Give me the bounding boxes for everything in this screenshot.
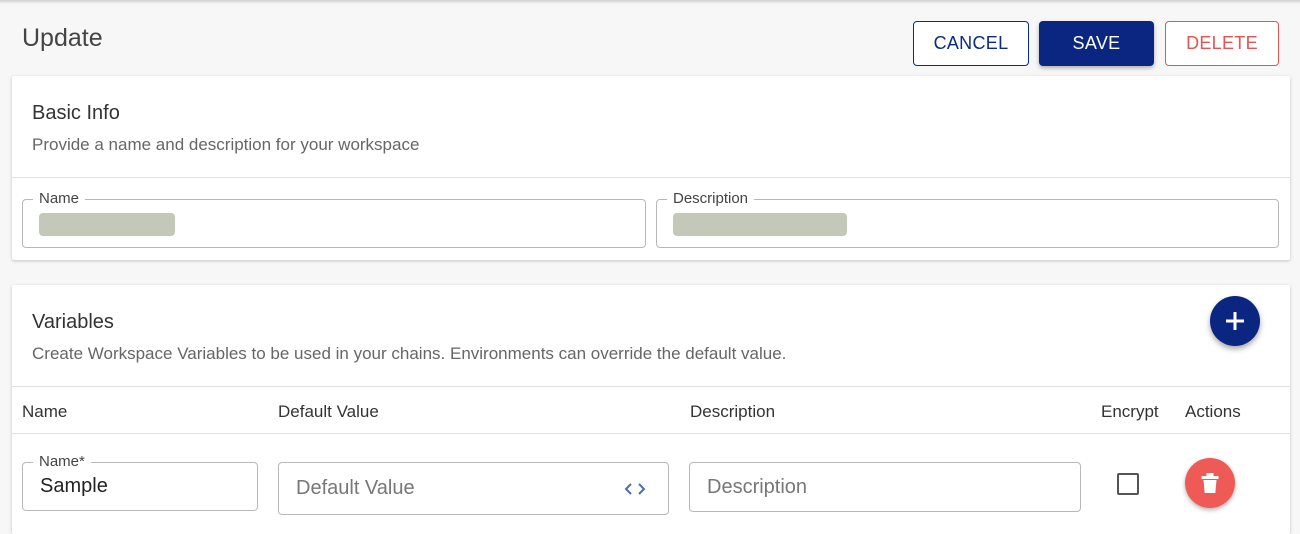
column-header-default-value: Default Value (278, 402, 379, 421)
column-header-description: Description (690, 402, 776, 421)
variables-card: Variables Create Workspace Variables to … (12, 285, 1290, 534)
variables-subtitle: Create Workspace Variables to be used in… (32, 344, 787, 363)
basic-info-divider (12, 177, 1290, 178)
default-value-placeholder: Default Value (296, 477, 415, 499)
variable-name-label: Name* (33, 454, 91, 470)
code-icon[interactable] (623, 480, 647, 498)
delete-variable-button[interactable] (1185, 458, 1235, 508)
column-header-encrypt: Encrypt (1101, 402, 1159, 421)
save-button[interactable]: SAVE (1039, 21, 1154, 66)
workspace-description-field[interactable]: Description (656, 191, 1279, 248)
variable-name-field[interactable]: Name* Sample (22, 454, 258, 511)
workspace-name-label: Name (33, 191, 86, 207)
basic-info-subtitle: Provide a name and description for your … (32, 135, 420, 154)
variable-description-placeholder: Description (707, 476, 808, 498)
redacted-description-value (673, 213, 847, 236)
workspace-name-field[interactable]: Name (22, 191, 646, 248)
delete-button[interactable]: DELETE (1165, 21, 1279, 66)
variables-title: Variables (32, 311, 114, 333)
basic-info-card: Basic Info Provide a name and descriptio… (12, 76, 1290, 260)
table-header-divider (12, 433, 1290, 434)
trash-icon (1201, 473, 1219, 493)
variable-description-field[interactable]: Description (689, 462, 1081, 512)
workspace-description-label: Description (667, 191, 755, 207)
default-value-field[interactable]: Default Value (278, 462, 669, 515)
add-variable-button[interactable] (1210, 296, 1260, 346)
column-header-actions: Actions (1185, 402, 1241, 421)
page-title: Update (22, 24, 103, 52)
variables-header-divider (12, 386, 1290, 387)
top-shadow (0, 0, 1300, 4)
encrypt-checkbox[interactable] (1117, 473, 1139, 495)
column-header-name: Name (22, 402, 68, 421)
plus-icon (1226, 312, 1244, 330)
cancel-button[interactable]: CANCEL (913, 21, 1029, 66)
redacted-name-value (39, 213, 175, 236)
basic-info-title: Basic Info (32, 102, 120, 124)
variable-name-value: Sample (40, 475, 108, 497)
